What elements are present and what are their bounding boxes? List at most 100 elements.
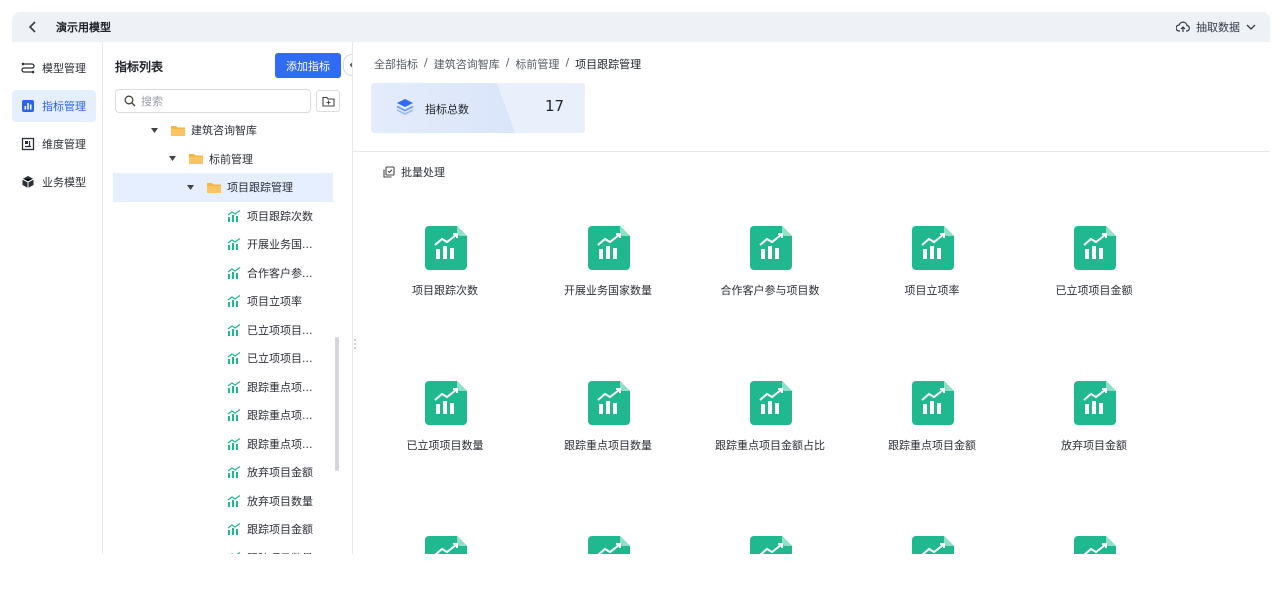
- metric-trend-icon: [227, 323, 241, 336]
- breadcrumb: 全部指标 / 建筑咨询智库 / 标前管理 / 项目跟踪管理: [374, 56, 641, 72]
- tree-metric-item[interactable]: 合作客户参...: [103, 259, 343, 288]
- metric-trend-icon: [227, 523, 241, 536]
- tree-metric-item[interactable]: 跟踪重点项...: [103, 430, 343, 459]
- metric-trend-icon: [227, 466, 241, 479]
- app-title: 演示用模型: [56, 21, 111, 34]
- tree-label: 已立项项目...: [247, 323, 313, 337]
- tree-label: 跟踪重点项...: [247, 380, 313, 394]
- metric-total-card: 指标总数 17: [371, 83, 585, 133]
- metric-card-label: 已立项项目数量: [406, 439, 484, 452]
- bar-chart-icon: [20, 98, 36, 114]
- breadcrumb-separator: /: [505, 56, 510, 69]
- tree-metric-item[interactable]: 跟踪项目数量: [103, 544, 343, 554]
- metric-card[interactable]: 已立项项目数量: [375, 381, 515, 471]
- metric-file-icon: [425, 381, 467, 425]
- breadcrumb-separator: /: [424, 56, 428, 69]
- metric-card[interactable]: [375, 536, 515, 554]
- nav-label: 业务模型: [42, 176, 86, 189]
- breadcrumb-item[interactable]: 建筑咨询智库: [434, 56, 500, 72]
- add-metric-button[interactable]: 添加指标: [275, 53, 341, 78]
- main-content: 全部指标 / 建筑咨询智库 / 标前管理 / 项目跟踪管理 指标总数 17 批量处理 …: [353, 42, 1270, 554]
- tree-folder[interactable]: 建筑咨询智库: [103, 116, 343, 145]
- metric-card[interactable]: 开展业务国家数量: [538, 226, 678, 316]
- metric-card[interactable]: 合作客户参与项目数: [700, 226, 840, 316]
- model-flow-icon: [20, 60, 36, 76]
- batch-process-label: 批量处理: [401, 166, 445, 179]
- search-box: [115, 89, 311, 113]
- tree-scrollbar[interactable]: [335, 337, 339, 471]
- tree-metric-item[interactable]: 项目立项率: [103, 287, 343, 316]
- metric-card[interactable]: 已立项项目金额: [1024, 226, 1164, 316]
- folder-icon: [189, 154, 203, 165]
- top-bar: 演示用模型 抽取数据: [12, 12, 1270, 42]
- tree-metric-item[interactable]: 项目跟踪次数: [103, 202, 343, 231]
- tree-folder-selected[interactable]: 项目跟踪管理: [113, 173, 333, 202]
- tree-label: 跟踪项目数量: [247, 550, 313, 554]
- tree-label: 跟踪重点项...: [247, 409, 313, 423]
- metric-file-icon: [1074, 226, 1116, 270]
- tree-metric-item[interactable]: 开展业务国...: [103, 230, 343, 259]
- tree-label: 标前管理: [209, 152, 253, 166]
- extract-data-button[interactable]: 抽取数据: [1176, 12, 1256, 42]
- nav-item-model-management[interactable]: 模型管理: [12, 52, 102, 84]
- cube-icon: [20, 174, 36, 190]
- tree-metric-item[interactable]: 已立项项目...: [103, 344, 343, 373]
- drag-handle-icon[interactable]: [353, 338, 358, 350]
- metric-card[interactable]: [700, 536, 840, 554]
- back-button[interactable]: [20, 14, 46, 40]
- metric-card[interactable]: 项目立项率: [862, 226, 1002, 316]
- batch-process-button[interactable]: 批量处理: [383, 164, 445, 180]
- nav-item-business-model[interactable]: 业务模型: [12, 166, 102, 198]
- extract-data-label: 抽取数据: [1196, 21, 1240, 34]
- card-decoration: [496, 83, 585, 133]
- metric-card-label: 已立项项目金额: [1055, 284, 1133, 297]
- search-input[interactable]: [141, 94, 291, 108]
- metric-trend-icon: [227, 295, 241, 308]
- metric-card-label: 放弃项目金额: [1061, 439, 1127, 452]
- metric-trend-icon: [227, 494, 241, 507]
- tree-label: 已立项项目...: [247, 352, 313, 366]
- metric-card[interactable]: 跟踪重点项目金额: [862, 381, 1002, 471]
- chevron-left-icon: [28, 21, 36, 33]
- tree-label: 项目跟踪次数: [247, 209, 313, 223]
- metric-card-label: 跟踪重点项目数量: [564, 439, 652, 452]
- nav-item-metric-management[interactable]: 指标管理: [12, 90, 96, 122]
- caret-down-icon: [149, 127, 159, 133]
- metric-card[interactable]: 跟踪重点项目金额占比: [700, 381, 840, 471]
- nav-item-dimension-management[interactable]: 维度管理: [12, 128, 102, 160]
- tree-label: 项目立项率: [247, 295, 302, 309]
- new-folder-button[interactable]: [316, 90, 340, 112]
- metric-card[interactable]: [1024, 536, 1164, 554]
- metric-card[interactable]: 放弃项目金额: [1024, 381, 1164, 471]
- tree-metric-item[interactable]: 跟踪重点项...: [103, 373, 343, 402]
- left-nav: 模型管理 指标管理 维度管理 业务模型: [12, 42, 103, 554]
- tree-metric-item[interactable]: 跟踪重点项...: [103, 401, 343, 430]
- metric-card-label: 跟踪重点项目金额占比: [715, 439, 825, 452]
- metric-card[interactable]: 项目跟踪次数: [375, 226, 515, 316]
- tree-metric-item[interactable]: 放弃项目金额: [103, 458, 343, 487]
- breadcrumb-item[interactable]: 全部指标: [374, 56, 418, 72]
- tree-label: 放弃项目金额: [247, 466, 313, 480]
- tree-metric-item[interactable]: 跟踪项目金额: [103, 515, 343, 544]
- tree-folder[interactable]: 标前管理: [103, 145, 343, 174]
- metric-card[interactable]: 跟踪重点项目数量: [538, 381, 678, 471]
- metric-trend-icon: [227, 266, 241, 279]
- nav-label: 维度管理: [42, 138, 86, 151]
- metric-file-icon: [750, 381, 792, 425]
- tree-metric-item[interactable]: 放弃项目数量: [103, 487, 343, 516]
- tree-label: 放弃项目数量: [247, 494, 313, 508]
- metric-file-icon: [912, 381, 954, 425]
- metric-file-icon: [912, 226, 954, 270]
- metric-card[interactable]: [538, 536, 678, 554]
- nav-label: 指标管理: [42, 100, 86, 113]
- breadcrumb-item[interactable]: 标前管理: [515, 56, 559, 72]
- metric-card-label: 合作客户参与项目数: [720, 284, 820, 297]
- metric-trend-icon: [230, 551, 241, 554]
- chevron-down-icon: [1246, 24, 1256, 30]
- tree-label: 跟踪重点项...: [247, 437, 313, 451]
- collapse-panel-button[interactable]: [343, 54, 352, 76]
- tree-metric-item[interactable]: 已立项项目...: [103, 316, 343, 345]
- layers-icon: [396, 99, 414, 116]
- metric-card[interactable]: [862, 536, 1002, 554]
- folder-add-icon: [321, 96, 335, 107]
